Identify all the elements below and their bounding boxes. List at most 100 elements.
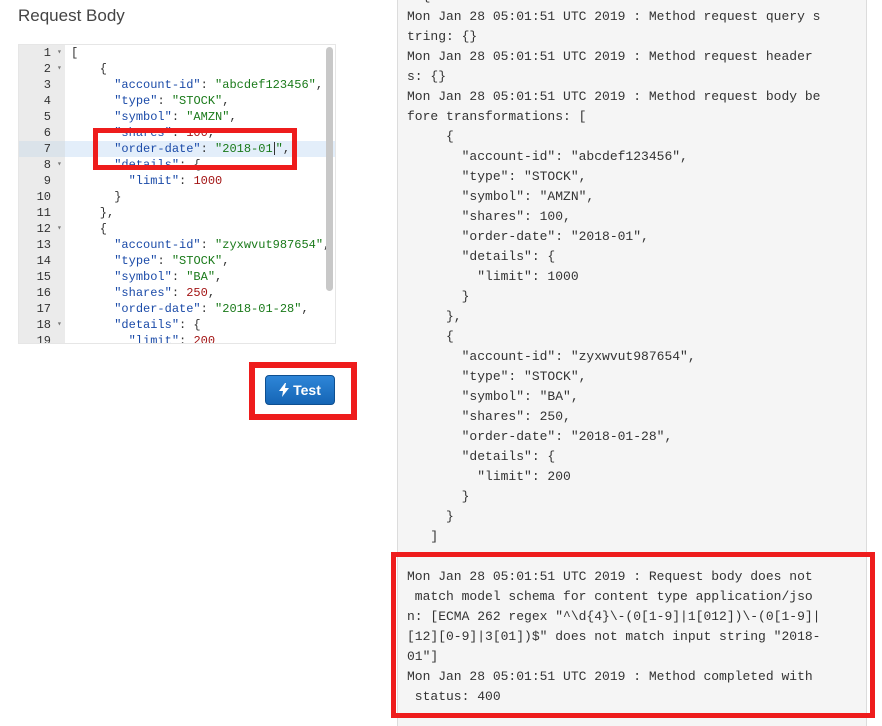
line-number: 10 [36,190,51,204]
code-text: "symbol": "AMZN", [71,109,236,125]
log-line: "account-id": "abcdef123456", [407,149,688,164]
code-text: "account-id": "zyxwvut987654", [71,237,330,253]
code-token: , [215,270,223,284]
code-line[interactable]: 13 "account-id": "zyxwvut987654", [19,237,335,253]
line-number: 14 [36,254,51,268]
log-line: } [407,509,454,524]
code-text: "account-id": "abcdef123456", [71,77,323,93]
line-number: 3 [43,78,51,92]
code-token: { [71,222,108,236]
code-token: "STOCK" [171,94,223,108]
log-line: s: {} [407,69,447,84]
code-line[interactable]: 19 "limit": 200 [19,333,335,344]
lightning-bolt-icon [279,383,290,397]
code-token: : [157,94,172,108]
code-token: "shares" [114,286,172,300]
log-line: "limit": 1000 [407,269,579,284]
code-token: : [171,270,187,284]
code-line[interactable]: 16 "shares": 250, [19,285,335,301]
code-token: "zyxwvut987654" [215,238,324,252]
code-line[interactable]: 9 "limit": 1000 [19,173,335,189]
code-token: "abcdef123456" [215,78,316,92]
code-token: "2018-01-28" [215,302,302,316]
code-token: : [179,334,194,344]
code-token: , [222,94,230,108]
code-text: "limit": 1000 [71,173,223,189]
code-text: "limit": 200 [71,333,216,344]
code-line[interactable]: 11 }, [19,205,335,221]
code-token: "type" [114,254,158,268]
code-line[interactable]: 17 "order-date": "2018-01-28", [19,301,335,317]
log-line: "details": { [407,249,556,264]
code-line[interactable]: 15 "symbol": "BA", [19,269,335,285]
code-token: "symbol" [114,110,172,124]
log-line: "order-date": "2018-01-28", [407,429,673,444]
test-button-label: Test [293,382,321,398]
code-text: "order-date": "2018-01-28", [71,301,308,317]
code-line[interactable]: 14 "type": "STOCK", [19,253,335,269]
log-line: Mon Jan 28 05:01:51 UTC 2019 : Method re… [407,49,813,64]
fold-toggle-icon[interactable]: ▾ [57,317,62,333]
code-lines[interactable]: 1 ▾[2 ▾ {3 "account-id": "abcdef123456", 4 … [19,45,335,344]
code-line[interactable]: 2 ▾ { [19,61,335,77]
log-line: "shares": 100, [407,209,571,224]
request-body-title: Request Body [18,6,125,25]
code-token: : [157,254,172,268]
code-token: "BA" [186,270,216,284]
code-line[interactable]: 18 ▾ "details": { [19,317,335,333]
code-token: "AMZN" [186,110,230,124]
line-number: 19 [36,334,51,344]
code-text: }, [71,205,114,221]
log-line: "type": "STOCK", [407,169,587,184]
code-text: "symbol": "BA", [71,269,222,285]
code-token: "STOCK" [171,254,223,268]
line-number: 17 [36,302,51,316]
code-token: } [71,190,122,204]
code-token: }, [71,206,115,220]
log-line: } [407,489,470,504]
order-date-highlight-box [93,128,297,170]
code-line[interactable]: 3 "account-id": "abcdef123456", [19,77,335,93]
log-line: "symbol": "AMZN", [407,189,595,204]
code-token: { [71,62,108,76]
line-number: 7 [19,141,65,157]
code-token: [ [71,46,79,60]
log-line: "limit": 200 [407,469,571,484]
log-line: fore transformations: [ [407,109,587,124]
code-token: 200 [193,334,216,344]
log-line: "order-date": "2018-01", [407,229,649,244]
request-body-editor[interactable]: 1 ▾[2 ▾ {3 "account-id": "abcdef123456", 4 … [18,44,336,344]
code-text: "details": { [71,317,200,333]
error-log-highlight-box [391,552,875,718]
fold-toggle-icon[interactable]: ▾ [57,221,62,237]
test-button[interactable]: Test [265,375,335,405]
fold-toggle-icon[interactable]: ▾ [57,45,62,61]
fold-toggle-icon[interactable]: ▾ [57,157,62,173]
log-line: }, [407,309,462,324]
log-line: Mon Jan 28 05:01:51 UTC 2019 : Method re… [407,9,821,24]
code-line[interactable]: 5 "symbol": "AMZN", [19,109,335,125]
code-line[interactable]: 1 ▾[ [19,45,335,61]
code-token: "order-date" [114,302,201,316]
line-number: 15 [36,270,51,284]
code-token: 1000 [193,174,223,188]
code-line[interactable]: 10 } [19,189,335,205]
editor-scrollbar[interactable] [326,47,333,291]
fold-toggle-icon[interactable]: ▾ [57,61,62,77]
code-line[interactable]: 4 "type": "STOCK", [19,93,335,109]
code-token: : [179,174,194,188]
code-line[interactable]: 12 ▾ { [19,221,335,237]
line-number: 11 [36,206,51,220]
code-token: "account-id" [114,78,201,92]
code-token: "symbol" [114,270,172,284]
log-line: Mon Jan 28 05:01:51 UTC 2019 : Method re… [407,89,821,104]
code-text: [ [71,45,78,61]
code-token: "details" [114,318,180,332]
